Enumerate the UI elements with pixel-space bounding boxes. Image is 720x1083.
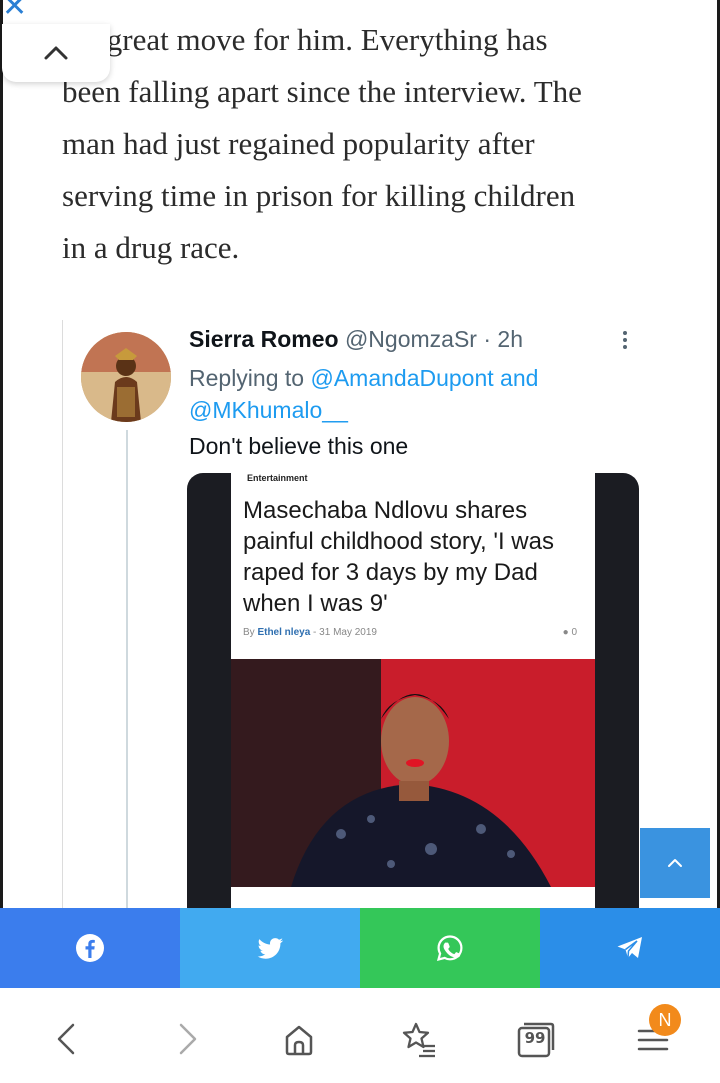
category-label: Entertainment [247, 473, 308, 483]
article-line: serving time in prison for killing child… [62, 178, 576, 213]
byline-prefix: By [243, 627, 255, 638]
tweet-media[interactable]: Entertainment Masechaba Ndlovu shares pa… [187, 473, 639, 913]
facebook-icon [76, 934, 104, 962]
comment-count: ● 0 [563, 627, 577, 638]
avatar[interactable] [81, 332, 171, 422]
article-body: n a great move for him. Everything has b… [62, 14, 702, 274]
share-facebook-button[interactable] [0, 908, 180, 988]
notification-badge: N [649, 1004, 681, 1036]
article-line: n a great move for him. Everything has [62, 22, 548, 57]
share-twitter-button[interactable] [180, 908, 360, 988]
whatsapp-icon [436, 935, 463, 962]
telegram-icon [617, 937, 642, 959]
handle[interactable]: @NgomzaSr [345, 326, 477, 352]
comment-count-value: 0 [571, 627, 577, 638]
article-line: man had just regained popularity after [62, 126, 535, 161]
and-label: and [500, 365, 539, 391]
mention-link[interactable]: @MKhumalo__ [189, 397, 348, 423]
home-icon [285, 1025, 313, 1056]
headline: Masechaba Ndlovu shares painful childhoo… [243, 497, 554, 617]
forward-button[interactable] [162, 1014, 212, 1064]
tabs-count: 99 [524, 1029, 546, 1047]
twitter-icon [257, 938, 283, 959]
arrow-left-icon [57, 1023, 75, 1055]
timestamp[interactable]: 2h [497, 326, 523, 352]
page-frame-left [0, 0, 3, 908]
author: Ethel nleya [257, 627, 311, 638]
embedded-tweet[interactable]: Sierra Romeo @NgomzaSr · 2h Replying to … [62, 320, 662, 913]
replying-to-label: Replying to [189, 365, 305, 391]
share-whatsapp-button[interactable] [360, 908, 540, 988]
arrow-right-icon [179, 1023, 197, 1055]
date-separator: - [313, 627, 317, 638]
chevron-up-icon [668, 859, 682, 867]
share-telegram-button[interactable] [540, 908, 720, 988]
tweet-header: Sierra Romeo @NgomzaSr · 2h [189, 326, 523, 353]
home-button[interactable] [274, 1014, 324, 1064]
browser-nav-bar: 99 [0, 988, 720, 1083]
display-name[interactable]: Sierra Romeo [189, 326, 339, 352]
bookmarks-button[interactable] [394, 1014, 444, 1064]
star-list-icon [402, 1022, 435, 1058]
article-photo [231, 659, 595, 887]
article-screenshot: Entertainment Masechaba Ndlovu shares pa… [231, 473, 595, 913]
byline: By Ethel nleya - 31 May 2019 [243, 627, 377, 638]
back-button[interactable] [42, 1014, 92, 1064]
thread-line [126, 430, 128, 910]
share-bar [0, 908, 720, 988]
separator: · [483, 326, 492, 352]
scroll-to-top-button[interactable] [640, 828, 710, 898]
replying-to: Replying to @AmandaDupont and @MKhumalo_… [189, 362, 609, 426]
comment-icon: ● [562, 627, 569, 638]
tweet-text: Don't believe this one [189, 433, 409, 459]
close-icon[interactable]: ✕ [2, 0, 27, 22]
date: 31 May 2019 [319, 627, 377, 638]
mention-link[interactable]: @AmandaDupont [310, 365, 493, 391]
chevron-up-icon [44, 46, 68, 60]
more-options-icon[interactable] [619, 328, 631, 354]
collapse-toolbar-button[interactable] [2, 24, 110, 82]
tabs-button[interactable]: 99 [510, 1014, 560, 1064]
article-line: been falling apart since the interview. … [62, 74, 582, 109]
article-line: in a drug race. [62, 230, 240, 265]
